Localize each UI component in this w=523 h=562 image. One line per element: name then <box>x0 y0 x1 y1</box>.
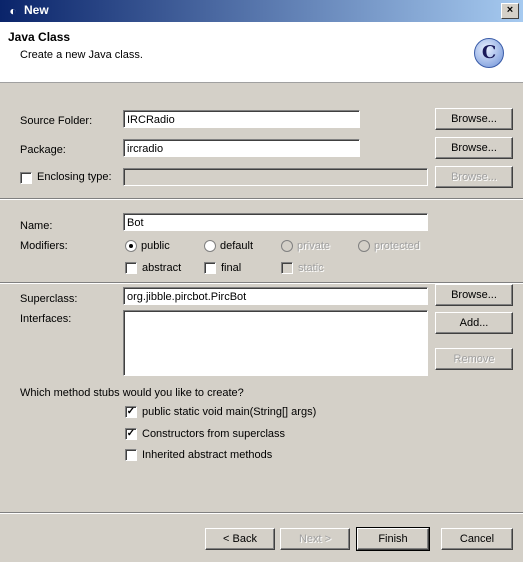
public-label: public <box>141 240 170 252</box>
default-label: default <box>220 240 254 252</box>
package-input[interactable]: ircradio <box>123 139 360 157</box>
abstract-checkbox[interactable] <box>125 262 137 274</box>
private-label: private <box>297 240 331 252</box>
back-button[interactable]: < Back <box>205 528 275 550</box>
next-button[interactable]: Next > <box>280 528 350 550</box>
cancel-button[interactable]: Cancel <box>441 528 513 550</box>
superclass-input[interactable]: org.jibble.pircbot.PircBot <box>123 287 428 305</box>
finish-button[interactable]: Finish <box>356 527 430 551</box>
close-button[interactable]: × <box>501 3 519 19</box>
enclosing-type-browse-button[interactable]: Browse... <box>435 166 513 188</box>
banner-title: Java Class <box>8 30 71 44</box>
enclosing-type-input[interactable] <box>123 168 428 186</box>
abstract-label: abstract <box>142 262 182 274</box>
public-radio[interactable] <box>125 240 137 252</box>
new-java-class-dialog: ◐ New × Java Class Create a new Java cla… <box>0 0 523 562</box>
package-label: Package: <box>20 144 66 156</box>
modifiers-label: Modifiers: <box>20 240 68 252</box>
name-label: Name: <box>20 220 53 232</box>
protected-label: protected <box>374 240 420 252</box>
package-browse-button[interactable]: Browse... <box>435 137 513 159</box>
private-radio[interactable] <box>281 240 293 252</box>
interfaces-label: Interfaces: <box>20 313 72 325</box>
source-folder-label: Source Folder: <box>20 115 93 127</box>
superclass-browse-button[interactable]: Browse... <box>435 284 513 306</box>
wizard-banner: Java Class Create a new Java class. C <box>0 22 523 83</box>
remove-interface-button[interactable]: Remove <box>435 348 513 370</box>
inherited-methods-label: Inherited abstract methods <box>142 449 273 461</box>
separator <box>0 198 523 200</box>
final-checkbox[interactable] <box>204 262 216 274</box>
source-folder-input[interactable]: IRCRadio <box>123 110 360 128</box>
java-class-icon: C <box>474 38 504 68</box>
window-title: New <box>24 3 49 17</box>
separator <box>0 512 523 514</box>
enclosing-type-checkbox[interactable] <box>20 172 32 184</box>
constructors-label: Constructors from superclass <box>142 428 286 440</box>
main-method-label: public static void main(String[] args) <box>142 406 317 418</box>
inherited-methods-checkbox[interactable] <box>125 449 137 461</box>
banner-description: Create a new Java class. <box>20 49 143 61</box>
final-label: final <box>221 262 242 274</box>
eclipse-icon: ◐ <box>9 4 17 18</box>
default-radio[interactable] <box>204 240 216 252</box>
title-bar[interactable]: ◐ New × <box>0 0 523 22</box>
enclosing-type-label: Enclosing type: <box>37 171 112 183</box>
interfaces-list[interactable] <box>123 310 428 376</box>
name-input[interactable]: Bot <box>123 213 428 231</box>
method-stubs-question: Which method stubs would you like to cre… <box>20 387 244 399</box>
add-interface-button[interactable]: Add... <box>435 312 513 334</box>
protected-radio[interactable] <box>358 240 370 252</box>
main-method-checkbox[interactable]: ✓ <box>125 406 137 418</box>
constructors-checkbox[interactable]: ✓ <box>125 428 137 440</box>
static-checkbox[interactable] <box>281 262 293 274</box>
superclass-label: Superclass: <box>20 293 78 305</box>
source-folder-browse-button[interactable]: Browse... <box>435 108 513 130</box>
static-label: static <box>298 262 324 274</box>
